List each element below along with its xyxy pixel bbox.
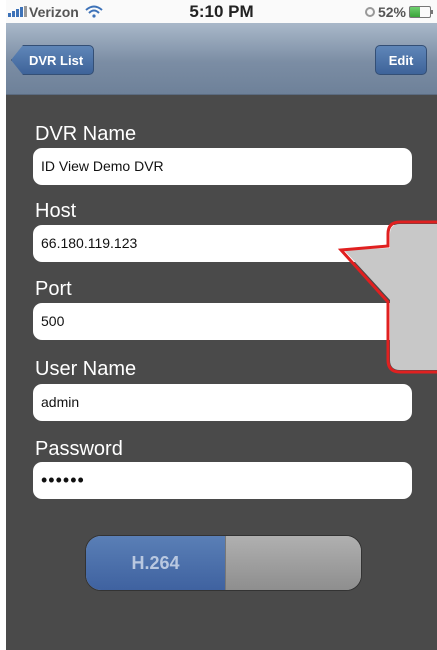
battery-icon [409, 5, 433, 18]
codec-toggle[interactable]: H.264 [85, 535, 362, 591]
user-name-label: User Name [35, 358, 137, 380]
toggle-knob[interactable] [225, 536, 361, 590]
rotation-lock-icon [364, 6, 375, 17]
dvr-form: DVR Name Host Port User Name Password H.… [6, 95, 437, 650]
phone-screen: Verizon 5:10 PM 52% DVR List Edit DVR Na… [0, 0, 437, 650]
status-bar: Verizon 5:10 PM 52% [6, 0, 437, 23]
port-label: Port [35, 278, 72, 300]
port-field[interactable] [33, 303, 412, 340]
dvr-name-field[interactable] [33, 148, 412, 185]
host-label: Host [35, 200, 77, 222]
user-name-field[interactable] [33, 384, 412, 421]
battery-percent: 52% [377, 3, 406, 20]
password-label: Password [35, 438, 123, 460]
edit-button[interactable]: Edit [375, 45, 427, 75]
toggle-on-label: H.264 [86, 536, 225, 590]
dvr-name-label: DVR Name [35, 123, 137, 145]
battery-area: 52% [364, 0, 433, 23]
password-field[interactable] [33, 462, 412, 499]
navigation-bar: DVR List Edit [6, 23, 437, 95]
host-field[interactable] [33, 225, 412, 262]
back-button[interactable]: DVR List [11, 45, 95, 75]
